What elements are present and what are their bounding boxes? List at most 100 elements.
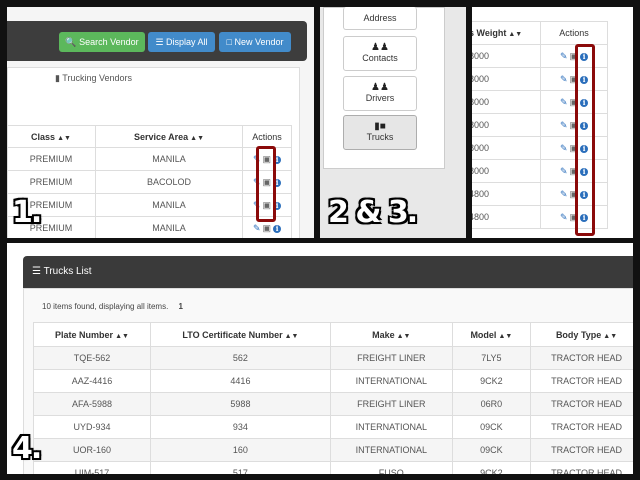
edit-icon[interactable]: ✎: [253, 223, 261, 234]
actions-cell: ✎ ▣ i: [540, 90, 608, 114]
lto-cell: 160: [149, 438, 331, 462]
actions-cell: ✎ ▣ i: [540, 67, 608, 91]
lto-cell: 562: [149, 346, 331, 370]
panel-trucks-list: ☰ Trucks List 10 items found, displaying…: [7, 243, 633, 474]
column-header-label: Make: [372, 329, 395, 340]
column-header-label: Body Type: [555, 329, 602, 340]
weight-cell: 8000: [472, 159, 541, 183]
model-cell: 09CK: [451, 415, 532, 439]
nav-contacts-button[interactable]: ♟♟ Contacts: [343, 36, 417, 71]
table-row[interactable]: UYD-934 934 INTERNATIONAL 09CK TRACTOR HEAD: [33, 415, 633, 439]
column-header-label: LTO Certificate Number: [182, 329, 283, 340]
edit-icon[interactable]: ✎: [560, 74, 568, 85]
plate-number-cell: AFA-5988: [33, 392, 151, 416]
make-cell: INTERNATIONAL: [329, 438, 453, 462]
lto-cell: 517: [149, 461, 331, 474]
edit-icon[interactable]: ✎: [560, 166, 568, 177]
table-row[interactable]: AAZ-4416 4416 INTERNATIONAL 9CK2 TRACTOR HEA…: [33, 369, 633, 393]
class-cell: PREMIUM: [7, 170, 96, 194]
actions-cell: ✎ ▣ i: [540, 136, 608, 160]
column-header-lto-certificate-number[interactable]: LTO Certificate Number ▲▼: [149, 322, 331, 347]
search-vendor-button[interactable]: 🔍 Search Vendor: [59, 32, 145, 52]
truck-icon: ▮■: [374, 121, 386, 132]
service-area-cell: MANILA: [95, 216, 243, 238]
table-row: PREMIUM MANILA ✎ ▣ i: [7, 216, 292, 238]
plate-number-cell: AAZ-4416: [33, 369, 151, 393]
make-cell: FREIGHT LINER: [329, 346, 453, 370]
users-icon: ♟♟: [371, 42, 389, 53]
column-header-plate-number[interactable]: Plate Number ▲▼: [33, 322, 151, 347]
sort-icon: ▲▼: [190, 134, 205, 142]
nav-drivers-button[interactable]: ♟♟ Drivers: [343, 76, 417, 111]
make-cell: FUSO: [329, 461, 453, 474]
table-row[interactable]: UOR-160 160 INTERNATIONAL 09CK TRACTOR HEAD: [33, 438, 633, 462]
users-icon: ♟♟: [371, 82, 389, 93]
service-area-cell: MANILA: [95, 147, 243, 171]
nav-label: Contacts: [362, 53, 398, 63]
model-cell: 9CK2: [451, 461, 532, 474]
panel-weight-actions: s Weight▲▼ Actions 8000✎▣i8000✎▣i8000✎▣i…: [472, 7, 633, 238]
body-type-cell: TRACTOR HEAD: [530, 461, 633, 474]
body-type-cell: TRACTOR HEAD: [530, 346, 633, 370]
column-header-actions-label: Actions: [559, 28, 589, 38]
body-type-cell: TRACTOR HEAD: [530, 392, 633, 416]
edit-icon[interactable]: ✎: [560, 120, 568, 131]
class-cell: PREMIUM: [7, 147, 96, 171]
actions-cell: ✎ ▣ i: [540, 113, 608, 137]
weight-cell: 8000: [472, 113, 541, 137]
column-header-make[interactable]: Make ▲▼: [329, 322, 453, 347]
make-cell: INTERNATIONAL: [329, 369, 453, 393]
make-cell: INTERNATIONAL: [329, 415, 453, 439]
weight-cell: 8000: [472, 90, 541, 114]
column-header-body-type[interactable]: Body Type ▲▼: [530, 322, 633, 347]
step-label-1: 1.: [12, 195, 42, 230]
plate-number-cell: UYD-934: [33, 415, 151, 439]
trash-icon[interactable]: ▣: [263, 223, 272, 234]
info-icon[interactable]: i: [273, 224, 282, 233]
table-row: PREMIUM MANILA ✎ ▣ i: [7, 193, 292, 217]
nav-label: Trucks: [366, 132, 394, 142]
actions-highlight-box: [256, 146, 276, 222]
edit-icon[interactable]: ✎: [560, 51, 568, 62]
column-header-actions: Actions: [242, 125, 292, 148]
weight-cell: 8000: [472, 67, 541, 91]
new-vendor-button[interactable]: □ New Vendor: [219, 32, 291, 52]
sort-icon: ▲▼: [603, 332, 618, 340]
edit-icon[interactable]: ✎: [560, 189, 568, 200]
column-header-weight[interactable]: s Weight ▲▼: [472, 21, 541, 45]
sort-icon: ▲▼: [508, 31, 523, 38]
plate-number-cell: UOR-160: [33, 438, 151, 462]
nav-trucks-button[interactable]: ▮■ Trucks: [343, 115, 417, 150]
column-header-label: Plate Number: [55, 329, 114, 340]
nav-address-button[interactable]: Address: [343, 7, 417, 30]
sort-icon: ▲▼: [115, 332, 129, 340]
column-header-model[interactable]: Model ▲▼: [451, 322, 532, 347]
table-row[interactable]: UIM-517 517 FUSO 9CK2 TRACTOR HEAD: [33, 461, 633, 474]
list-icon: ☰: [32, 266, 41, 277]
edit-icon[interactable]: ✎: [560, 143, 568, 154]
nav-label: Address: [363, 13, 397, 23]
table-row[interactable]: AFA-5988 5988 FREIGHT LINER 06R0 TRACTOR HEA…: [33, 392, 633, 416]
results-summary: 10 items found, displaying all items. 1: [42, 302, 183, 311]
plate-number-cell: UIM-517: [33, 461, 151, 474]
column-header-actions-label: Actions: [252, 131, 282, 142]
page-number[interactable]: 1: [179, 302, 183, 311]
panel-vendors: 🔍 Search Vendor ☰ Display All □ New Vend…: [7, 7, 314, 238]
column-header-class[interactable]: Class ▲▼: [7, 125, 96, 148]
nav-label: Drivers: [365, 93, 395, 103]
weight-cell: 4800: [472, 182, 541, 206]
step-label-2-3: 2 & 3.: [328, 195, 418, 230]
display-all-button[interactable]: ☰ Display All: [148, 32, 215, 52]
lto-cell: 934: [149, 415, 331, 439]
tab-trucking-vendors[interactable]: ▮ Trucking Vendors: [55, 73, 132, 84]
panel-vendor-nav: Address ♟♟ Contacts ♟♟ Drivers ▮■ Trucks 2 & 3…: [320, 7, 466, 238]
column-header-service-area[interactable]: Service Area ▲▼: [95, 125, 243, 148]
sort-icon: ▲▼: [396, 332, 411, 340]
table-row[interactable]: TQE-562 562 FREIGHT LINER 7LY5 TRACTOR HEAD: [33, 346, 633, 370]
service-area-cell: BACOLOD: [95, 170, 243, 194]
edit-icon[interactable]: ✎: [560, 212, 568, 223]
step-label-4: 4.: [12, 431, 42, 466]
edit-icon[interactable]: ✎: [560, 97, 568, 108]
lto-cell: 5988: [149, 392, 331, 416]
sort-icon: ▲▼: [284, 332, 299, 340]
